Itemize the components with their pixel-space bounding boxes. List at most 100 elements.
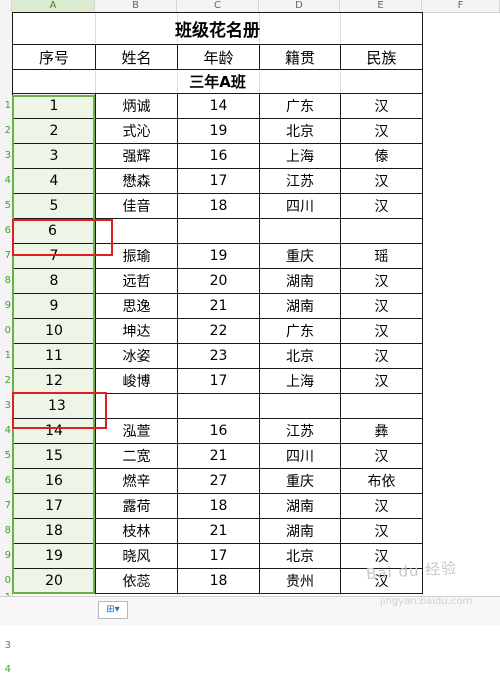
table-cell[interactable]: 露荷 (95, 493, 178, 519)
table-cell[interactable]: 重庆 (259, 468, 341, 494)
table-cell[interactable]: 汉 (339, 493, 424, 519)
row-header-label[interactable]: 0 (0, 325, 11, 337)
table-cell[interactable] (95, 393, 178, 419)
table-cell[interactable]: 强辉 (95, 143, 178, 169)
column-header-c[interactable]: C (177, 0, 259, 12)
table-cell[interactable]: 依蕊 (95, 568, 178, 594)
table-cell[interactable]: 18 (177, 568, 260, 594)
table-cell[interactable]: 上海 (259, 143, 341, 169)
table-cell[interactable] (339, 393, 424, 419)
table-cell[interactable]: 四川 (259, 443, 341, 469)
row-header-label[interactable]: 6 (0, 475, 11, 487)
table-cell[interactable]: 傣 (339, 143, 424, 169)
table-cell[interactable]: 2 (12, 118, 96, 144)
table-cell[interactable]: 19 (177, 118, 260, 144)
row-header-label[interactable]: 4 (0, 175, 11, 187)
table-cell[interactable] (95, 218, 178, 244)
table-cell[interactable]: 3 (12, 143, 96, 169)
row-header-label[interactable]: 3 (0, 640, 11, 652)
table-cell[interactable]: 12 (12, 368, 96, 394)
row-header-label[interactable]: 5 (0, 200, 11, 212)
table-cell[interactable]: 上海 (259, 368, 341, 394)
header-cell[interactable]: 籍贯 (259, 44, 341, 70)
table-cell[interactable]: 佳音 (95, 193, 178, 219)
table-cell[interactable]: 20 (177, 268, 260, 294)
row-header-label[interactable]: 8 (0, 275, 11, 287)
table-cell[interactable]: 汉 (339, 193, 424, 219)
table-cell[interactable]: 16 (12, 468, 96, 494)
table-cell[interactable]: 北京 (259, 543, 341, 569)
table-cell[interactable]: 汉 (339, 268, 424, 294)
table-cell[interactable]: 9 (12, 293, 96, 319)
table-cell[interactable]: 江苏 (259, 418, 341, 444)
table-cell[interactable]: 27 (177, 468, 260, 494)
table-cell[interactable]: 15 (12, 443, 96, 469)
table-cell[interactable]: 16 (177, 143, 260, 169)
row-header-label[interactable]: 2 (0, 125, 11, 137)
table-cell[interactable]: 汉 (339, 318, 424, 344)
table-cell[interactable]: 6 (12, 218, 96, 244)
table-cell[interactable]: 23 (177, 343, 260, 369)
header-cell[interactable]: 年龄 (177, 44, 260, 70)
row-header-label[interactable]: 5 (0, 450, 11, 462)
table-cell[interactable]: 北京 (259, 118, 341, 144)
table-cell[interactable]: 19 (12, 543, 96, 569)
table-cell[interactable]: 湖南 (259, 268, 341, 294)
row-header-label[interactable]: 0 (0, 575, 11, 587)
table-cell[interactable]: 北京 (259, 343, 341, 369)
table-cell[interactable]: 振瑜 (95, 243, 178, 269)
table-cell[interactable] (177, 393, 260, 419)
row-header-label[interactable]: 3 (0, 150, 11, 162)
table-cell[interactable]: 18 (177, 493, 260, 519)
select-all-corner[interactable] (0, 0, 12, 12)
table-cell[interactable]: 汉 (339, 343, 424, 369)
table-cell[interactable]: 枝林 (95, 518, 178, 544)
table-cell[interactable]: 10 (12, 318, 96, 344)
header-cell[interactable]: 民族 (339, 44, 424, 70)
table-cell[interactable]: 瑶 (339, 243, 424, 269)
row-header-label[interactable]: 9 (0, 300, 11, 312)
table-cell[interactable]: 14 (12, 418, 96, 444)
class-name-cell[interactable]: 三年A班 (11, 69, 424, 94)
table-cell[interactable]: 式沁 (95, 118, 178, 144)
table-cell[interactable]: 5 (12, 193, 96, 219)
row-header-label[interactable]: 9 (0, 550, 11, 562)
column-header-e[interactable]: E (340, 0, 422, 12)
table-cell[interactable]: 晓风 (95, 543, 178, 569)
table-cell[interactable]: 泓萱 (95, 418, 178, 444)
table-cell[interactable]: 13 (12, 393, 96, 419)
table-cell[interactable]: 11 (12, 343, 96, 369)
table-cell[interactable]: 汉 (339, 118, 424, 144)
table-cell[interactable]: 坤达 (95, 318, 178, 344)
table-cell[interactable]: 冰姿 (95, 343, 178, 369)
table-cell[interactable]: 14 (177, 93, 260, 119)
table-cell[interactable]: 贵州 (259, 568, 341, 594)
table-cell[interactable]: 17 (177, 168, 260, 194)
table-cell[interactable]: 21 (177, 518, 260, 544)
row-header-label[interactable]: 2 (0, 375, 11, 387)
table-cell[interactable] (339, 218, 424, 244)
sheet-title[interactable]: 班级花名册 (11, 12, 424, 45)
table-cell[interactable]: 17 (177, 543, 260, 569)
header-cell[interactable]: 序号 (12, 44, 96, 70)
table-cell[interactable]: 思逸 (95, 293, 178, 319)
table-cell[interactable]: 4 (12, 168, 96, 194)
table-cell[interactable]: 彝 (339, 418, 424, 444)
row-header-label[interactable]: 7 (0, 500, 11, 512)
table-cell[interactable]: 汉 (339, 443, 424, 469)
table-cell[interactable] (177, 218, 260, 244)
table-cell[interactable]: 广东 (259, 93, 341, 119)
table-cell[interactable]: 16 (177, 418, 260, 444)
auto-fill-options-button[interactable]: ⊞▾ (98, 601, 128, 619)
table-cell[interactable] (259, 393, 341, 419)
column-header-f[interactable]: F (422, 0, 500, 12)
table-cell[interactable]: 20 (12, 568, 96, 594)
table-cell[interactable]: 汉 (339, 168, 424, 194)
table-cell[interactable]: 1 (12, 93, 96, 119)
table-cell[interactable]: 四川 (259, 193, 341, 219)
table-cell[interactable]: 汉 (339, 368, 424, 394)
table-cell[interactable]: 湖南 (259, 518, 341, 544)
table-cell[interactable]: 远哲 (95, 268, 178, 294)
table-cell[interactable]: 17 (177, 368, 260, 394)
table-cell[interactable]: 汉 (339, 293, 424, 319)
